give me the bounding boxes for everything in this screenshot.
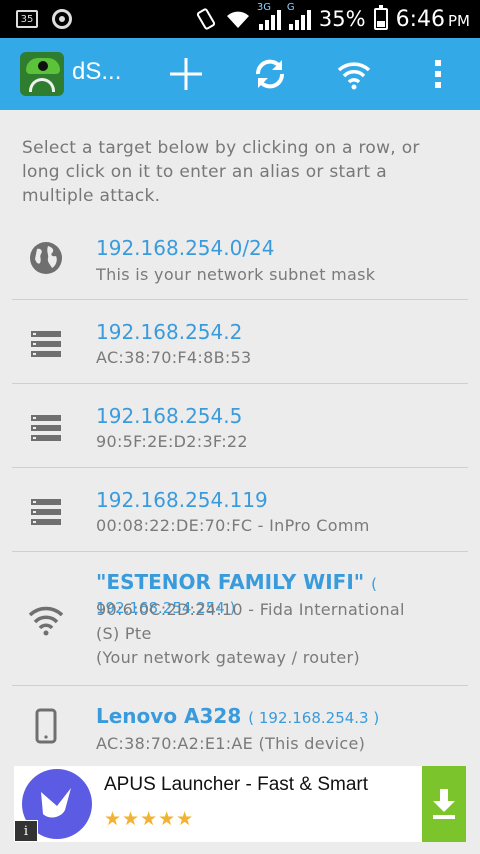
battery-percent: 35% xyxy=(318,7,366,31)
target-subtitle: 90:5F:2E:D2:3F:22 xyxy=(96,432,248,451)
app-bar: dS... xyxy=(0,38,480,110)
app-title[interactable]: dS... xyxy=(72,58,121,86)
signal-g-icon: G xyxy=(287,2,311,30)
target-title: 192.168.254.0/24 xyxy=(96,236,275,260)
target-subtitle: AC:38:70:A2:E1:AE (This device) xyxy=(96,734,366,753)
notification-badge-icon: 35 xyxy=(16,10,38,28)
download-button[interactable] xyxy=(422,766,466,842)
ad-banner[interactable]: APUS Launcher - Fast & Smart ★★★★★ i xyxy=(14,766,466,842)
server-icon xyxy=(26,492,66,532)
wifi-icon xyxy=(26,600,66,640)
add-icon[interactable] xyxy=(166,56,206,92)
download-icon xyxy=(433,789,455,819)
target-title: Lenovo A328 ( 192.168.254.3 ) xyxy=(96,704,380,728)
clock: 6:46 PM xyxy=(395,6,470,32)
target-row[interactable]: 192.168.254.119 00:08:22:DE:70:FC - InPr… xyxy=(12,468,468,552)
wifi-icon[interactable] xyxy=(334,56,374,92)
target-title: 192.168.254.5 xyxy=(96,404,243,428)
target-title: 192.168.254.119 xyxy=(96,488,268,512)
target-subtitle-line3: (Your network gateway / router) xyxy=(96,648,360,667)
server-icon xyxy=(26,408,66,448)
wifi-status-icon xyxy=(226,11,249,28)
ad-title[interactable]: APUS Launcher - Fast & Smart xyxy=(104,774,368,796)
intro-text: Select a target below by clicking on a r… xyxy=(22,138,420,206)
phone-icon xyxy=(26,706,66,746)
refresh-icon[interactable] xyxy=(250,56,290,92)
target-subtitle-line2: (S) Pte xyxy=(96,624,152,643)
overflow-menu-icon[interactable] xyxy=(418,56,458,92)
target-subtitle: This is your network subnet mask xyxy=(96,265,376,284)
ad-info-icon[interactable]: i xyxy=(14,820,38,842)
star-rating: ★★★★★ xyxy=(104,808,195,830)
vibrate-icon xyxy=(196,8,216,30)
target-row[interactable]: 192.168.254.2 AC:38:70:F4:8B:53 xyxy=(12,300,468,384)
signal-3g-icon: 3G xyxy=(257,2,281,30)
battery-icon xyxy=(373,5,388,30)
target-subtitle: 00:08:22:DE:70:FC - InPro Comm xyxy=(96,516,370,535)
target-subtitle: AC:38:70:F4:8B:53 xyxy=(96,348,252,367)
target-row[interactable]: 192.168.254.5 90:5F:2E:D2:3F:22 xyxy=(12,384,468,468)
target-title: 192.168.254.2 xyxy=(96,320,243,344)
target-row-router[interactable]: "ESTENOR FAMILY WIFI" ( 192.168.254.254 … xyxy=(12,552,468,686)
target-subtitle-line1: 90:6:0C:2D:24:10 - Fida International xyxy=(96,600,405,619)
target-row-subnet[interactable]: 192.168.254.0/24 This is your network su… xyxy=(12,218,468,300)
app-logo-icon[interactable] xyxy=(20,52,64,96)
sync-ring-icon xyxy=(52,9,72,29)
globe-icon xyxy=(26,238,66,278)
target-row-device[interactable]: Lenovo A328 ( 192.168.254.3 ) AC:38:70:A… xyxy=(12,686,468,766)
server-icon xyxy=(26,324,66,364)
status-bar: 35 3G G 35% 6:46 PM xyxy=(0,0,480,38)
